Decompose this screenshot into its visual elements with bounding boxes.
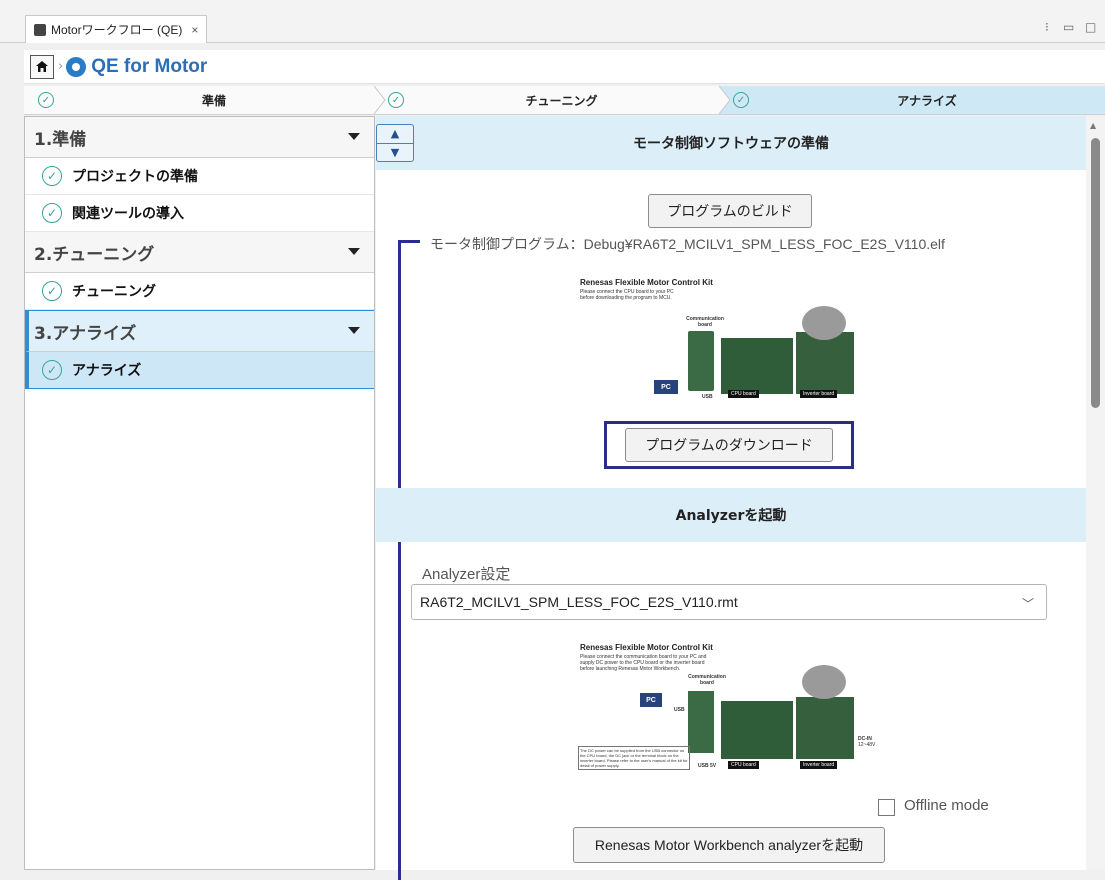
workflow-icon	[34, 23, 46, 36]
tab-title: Motorワークフロー (QE)	[51, 23, 183, 37]
sidebar-item-tuning[interactable]: ✓ チューニング	[25, 273, 374, 310]
section-analyze[interactable]: 3.アナライズ	[25, 310, 374, 352]
sidebar-item-tools[interactable]: ✓ 関連ツールの導入	[25, 195, 374, 232]
usb-label: USB	[702, 394, 713, 400]
chevron-up-icon[interactable]: ▲	[377, 125, 413, 143]
kit-diagram-analyzer: Renesas Flexible Motor Control Kit Pleas…	[576, 641, 876, 791]
check-circle-icon: ✓	[733, 92, 749, 108]
step-prepare[interactable]: ✓ 準備	[24, 86, 386, 115]
caret-down-icon[interactable]	[348, 327, 360, 334]
inverter-board-label: Inverter board	[800, 761, 838, 769]
close-icon[interactable]: ×	[191, 23, 198, 37]
comm-board-label: Communication board	[688, 674, 726, 686]
breadcrumb: › QE for Motor	[24, 50, 1105, 84]
inverter-board-image	[796, 697, 854, 759]
inverter-board-label: Inverter board	[800, 390, 838, 398]
motor-image	[802, 306, 846, 340]
section-title: 1.準備	[34, 129, 87, 150]
sidebar-item-project-prep[interactable]: ✓ プロジェクトの準備	[25, 158, 374, 195]
step-tuning[interactable]: ✓ チューニング	[374, 86, 731, 115]
program-path: モータ制御プログラム：Debug¥RA6T2_MCILV1_SPM_LESS_F…	[430, 236, 945, 252]
minimize-icon[interactable]: ▭	[1063, 20, 1074, 34]
power-supply-note: The DC power can be supplied from the US…	[578, 746, 690, 770]
section-nav-buttons: ▲ ▼	[376, 124, 414, 162]
sidebar-item-label: チューニング	[72, 284, 156, 300]
breadcrumb-separator-icon: ›	[58, 59, 64, 74]
offline-mode-label[interactable]: Offline mode	[904, 797, 989, 814]
chevron-down-icon[interactable]: ▼	[377, 142, 413, 162]
scrollbar-thumb[interactable]	[1091, 138, 1100, 408]
caret-down-icon[interactable]	[348, 248, 360, 255]
section-title: 3.アナライズ	[34, 323, 137, 344]
chevron-down-icon: ﹀	[1021, 597, 1034, 611]
caret-down-icon[interactable]	[348, 133, 360, 140]
section-tuning[interactable]: 2.チューニング	[25, 232, 374, 273]
analyzer-settings-label: Analyzer設定	[422, 566, 511, 583]
main-content: モータ制御ソフトウェアの準備 ▲ ▼ プログラムのビルド モータ制御プログラム：…	[376, 116, 1105, 880]
analyzer-settings-select[interactable]: RA6T2_MCILV1_SPM_LESS_FOC_E2S_V110.rmt ﹀	[411, 584, 1047, 620]
highlight-line	[398, 240, 401, 880]
view-menu-icon[interactable]: ⁝	[1045, 20, 1049, 34]
check-circle-icon: ✓	[42, 166, 62, 186]
check-circle-icon: ✓	[38, 92, 54, 108]
section-header-software: モータ制御ソフトウェアの準備	[376, 116, 1086, 170]
workflow-sidebar: 1.準備 ✓ プロジェクトの準備 ✓ 関連ツールの導入 2.チューニング ✓ チ…	[24, 116, 375, 870]
editor-tab-strip: Motorワークフロー (QE) × ⁝ ▭ □	[0, 0, 1105, 43]
sidebar-item-label: 関連ツールの導入	[72, 206, 184, 222]
analyzer-settings-value: RA6T2_MCILV1_SPM_LESS_FOC_E2S_V110.rmt	[420, 594, 738, 610]
maximize-icon[interactable]: □	[1085, 20, 1096, 34]
tab-motor-workflow[interactable]: Motorワークフロー (QE) ×	[25, 15, 208, 43]
check-circle-icon: ✓	[42, 360, 62, 380]
sidebar-item-label: プロジェクトの準備	[72, 169, 198, 185]
vertical-scrollbar[interactable]: ▲	[1086, 116, 1105, 870]
check-circle-icon: ✓	[388, 92, 404, 108]
qe-logo-icon	[66, 56, 87, 77]
section-prepare[interactable]: 1.準備	[25, 117, 374, 158]
launch-analyzer-button[interactable]: Renesas Motor Workbench analyzerを起動	[573, 827, 885, 863]
cpu-board-label: CPU board	[728, 390, 759, 398]
dc-voltage-label: 12~48V	[858, 742, 876, 748]
inverter-board-image	[796, 332, 854, 394]
workflow-stepper: ✓ 準備 ✓ チューニング ✓ アナライズ	[24, 86, 1105, 115]
pc-label: PC	[640, 693, 662, 707]
step-label: チューニング	[525, 93, 598, 108]
kit-diagram-download: Renesas Flexible Motor Control Kit Pleas…	[576, 276, 876, 406]
comm-board-image	[688, 691, 714, 753]
section-title: 2.チューニング	[34, 244, 155, 265]
step-analyze[interactable]: ✓ アナライズ	[719, 86, 1105, 115]
section-header-analyzer: Analyzerを起動	[376, 488, 1086, 542]
usb5v-label: USB 5V	[698, 763, 717, 769]
scroll-up-icon[interactable]: ▲	[1090, 121, 1096, 130]
check-circle-icon: ✓	[42, 203, 62, 223]
cpu-board-image	[721, 338, 793, 394]
usb-label: USB	[674, 707, 685, 713]
download-button[interactable]: プログラムのダウンロード	[625, 428, 833, 462]
step-label: アナライズ	[897, 93, 957, 108]
home-button[interactable]	[30, 54, 54, 79]
check-circle-icon: ✓	[42, 281, 62, 301]
sidebar-item-analyze[interactable]: ✓ アナライズ	[25, 352, 374, 389]
home-icon	[36, 61, 48, 72]
kit-note-line2: before downloading the program to MCU.	[580, 295, 672, 301]
cpu-board-image	[721, 701, 793, 759]
pc-label: PC	[654, 380, 678, 394]
sidebar-item-label: アナライズ	[72, 363, 142, 379]
section-title: Analyzerを起動	[675, 508, 787, 524]
step-label: 準備	[201, 93, 226, 108]
kit-note-line3: before launching Renesas Motor Workbench…	[580, 666, 681, 672]
motor-image	[802, 665, 846, 699]
build-button[interactable]: プログラムのビルド	[648, 194, 812, 228]
step-arrow-icon	[719, 86, 731, 114]
kit-title: Renesas Flexible Motor Control Kit	[580, 643, 713, 652]
cpu-board-label: CPU board	[728, 761, 759, 769]
highlight-line-tick	[398, 240, 420, 243]
comm-board-label: Communication board	[686, 316, 724, 328]
step-arrow-icon	[374, 86, 386, 114]
section-title: モータ制御ソフトウェアの準備	[633, 136, 829, 152]
offline-mode-checkbox[interactable]	[878, 799, 895, 816]
kit-title: Renesas Flexible Motor Control Kit	[580, 278, 713, 287]
comm-board-image	[688, 331, 714, 391]
breadcrumb-product[interactable]: QE for Motor	[91, 56, 207, 78]
